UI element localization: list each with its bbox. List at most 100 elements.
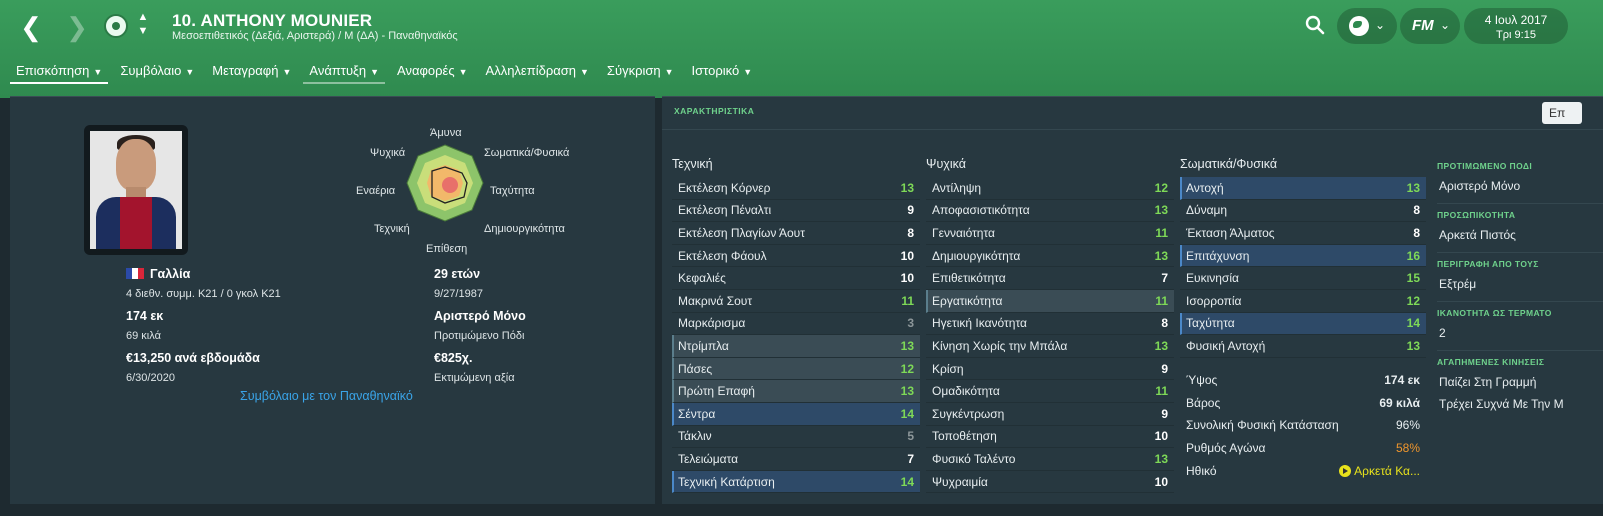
attribute-row[interactable]: Πρώτη Επαφή 13 — [672, 380, 920, 403]
attribute-row[interactable]: Κρίση 9 — [926, 358, 1174, 381]
attribute-row[interactable]: Μαρκάρισμα 3 — [672, 313, 920, 336]
attribute-row[interactable]: Εκτέλεση Κόρνερ 13 — [672, 177, 920, 200]
attribute-row[interactable]: Ταχύτητα 14 — [1180, 312, 1426, 336]
age-block: 29 ετών 9/27/1987 — [434, 267, 483, 300]
technical-header: Τεχνική — [672, 157, 713, 171]
tab-transfer[interactable]: Μεταγραφή ▼ — [206, 60, 297, 84]
tab-contract[interactable]: Συμβόλαιο ▼ — [114, 60, 200, 84]
player-trait: Τρέχει Συχνά Με Την Μ — [1439, 397, 1564, 411]
radar-core — [442, 177, 458, 193]
radar-label-technique: Τεχνική — [374, 223, 410, 235]
attribute-row[interactable]: Ηγετική Ικανότητα 8 — [926, 313, 1174, 336]
radar-label-creativity: Δημιουργικότητα — [484, 223, 565, 235]
contract-link[interactable]: Συμβόλαιο με τον Παναθηναϊκό — [240, 389, 413, 403]
attribute-row[interactable]: Έκταση Άλματος 8 — [1180, 222, 1426, 245]
nationality-block[interactable]: Γαλλία 4 διεθν. συμμ. K21 / 0 γκολ K21 — [126, 267, 281, 300]
forward-icon[interactable]: ❯ — [62, 10, 92, 44]
chevron-down-icon: ⌄ — [1440, 18, 1451, 32]
attribute-row[interactable]: Εκτέλεση Πέναλτι 9 — [672, 200, 920, 223]
prev-next-player-icon[interactable]: ▲ ▼ — [136, 10, 150, 38]
globe-menu-button[interactable]: ⌄ — [1337, 8, 1397, 44]
attribute-row[interactable]: Τοποθέτηση 10 — [926, 426, 1174, 449]
radar-label-attack: Επίθεση — [426, 243, 468, 255]
attribute-row[interactable]: Τελειώματα 7 — [672, 448, 920, 471]
stat-row: Ύψος 174 εκ — [1186, 373, 1420, 388]
tab-comparison[interactable]: Σύγκριση ▼ — [601, 60, 680, 84]
attribute-row[interactable]: Γενναιότητα 11 — [926, 222, 1174, 245]
attribute-row[interactable]: Κεφαλιές 10 — [672, 267, 920, 290]
radar-label-physical: Σωματικά/Φυσικά — [484, 147, 570, 159]
attribute-row[interactable]: Επιθετικότητα 7 — [926, 267, 1174, 290]
attribute-row[interactable]: Μακρινά Σουτ 11 — [672, 290, 920, 313]
goalkeeper-ability-value: 2 — [1439, 326, 1446, 340]
radar-label-speed: Ταχύτητα — [490, 185, 535, 197]
fm-menu-button[interactable]: FM ⌄ — [1400, 8, 1460, 44]
wage: €13,250 ανά εβδομάδα — [126, 351, 260, 365]
attribute-row[interactable]: Ψυχραιμία 10 — [926, 471, 1174, 494]
club-badge-icon[interactable] — [104, 14, 128, 38]
mental-header: Ψυχικά — [926, 157, 966, 171]
attribute-row[interactable]: Ντρίμπλα 13 — [672, 335, 920, 358]
nationality: Γαλλία — [150, 267, 191, 281]
physical-column: Σωματικά/Φυσικά Αντοχή 13 Δύναμη 8 Έκταση … — [1180, 157, 1426, 358]
attribute-row[interactable]: Φυσική Αντοχή 13 — [1180, 335, 1426, 358]
attribute-row[interactable]: Αντίληψη 12 — [926, 177, 1174, 200]
attribute-row[interactable]: Τάκλιν 5 — [672, 426, 920, 449]
attribute-row[interactable]: Εκτέλεση Φάουλ 10 — [672, 245, 920, 268]
date-of-birth: 9/27/1987 — [434, 288, 483, 300]
media-description-heading: ΠΕΡΙΓΡΑΦΗ ΑΠΟ ΤΟΥΣ — [1437, 259, 1539, 269]
morale-icon — [1339, 464, 1352, 477]
attribute-row[interactable]: Πάσες 12 — [672, 357, 920, 381]
mental-column: Ψυχικά Αντίληψη 12 Αποφασιστικότητα 13 Γεν… — [926, 157, 1174, 494]
attribute-row[interactable]: Κίνηση Χωρίς την Μπάλα 13 — [926, 335, 1174, 358]
attribute-row[interactable]: Εργατικότητα 11 — [926, 289, 1174, 313]
radar-label-defence: Άμυνα — [430, 127, 462, 139]
foot-block: Αριστερό Μόνο Προτιμώμενο Πόδι — [434, 309, 526, 342]
game-date: 4 Ιουλ 2017 — [1484, 13, 1548, 27]
chevron-down-icon: ▼ — [580, 67, 589, 77]
media-description-value: Εξτρέμ — [1439, 277, 1477, 291]
player-name: 10. ANTHONY MOUNIER — [172, 11, 373, 30]
stat-row[interactable]: Ηθικό Αρκετά Κα... — [1180, 459, 1426, 482]
chevron-down-icon: ▼ — [458, 67, 468, 77]
tab-history[interactable]: Ιστορικό ▼ — [686, 60, 759, 84]
height: 174 εκ — [126, 309, 164, 323]
chevron-down-icon: ▼ — [664, 67, 674, 77]
player-traits-heading: ΑΓΑΠΗΜΕΝΕΣ ΚΙΝΗΣΕΙΣ — [1437, 357, 1545, 367]
preferred-foot-heading: ΠΡΟΤΙΜΩΜΕΝΟ ΠΟΔΙ — [1437, 161, 1533, 171]
technical-column: Τεχνική Εκτέλεση Κόρνερ 13 Εκτέλεση Πέναλ… — [672, 157, 920, 494]
tab-bar: Επισκόπηση ▼ Συμβόλαιο ▼ Μεταγραφή ▼ Ανάπτυ… — [10, 60, 764, 86]
attribute-row[interactable]: Δημιουργικότητα 13 — [926, 245, 1174, 268]
tab-interaction[interactable]: Αλληλεπίδραση ▼ — [480, 60, 595, 84]
attribute-row[interactable]: Τεχνική Κατάρτιση 14 — [672, 470, 920, 494]
chevron-down-icon: ▼ — [743, 67, 753, 77]
back-icon[interactable]: ❮ — [16, 10, 46, 44]
player-subtitle: Μεσοεπιθετικός (Δεξιά, Αριστερά) / Μ (ΔΑ… — [172, 30, 458, 42]
attribute-row[interactable]: Αποφασιστικότητα 13 — [926, 200, 1174, 223]
attribute-row[interactable]: Δύναμη 8 — [1180, 200, 1426, 223]
tab-overview[interactable]: Επισκόπηση ▼ — [10, 60, 109, 84]
attribute-row[interactable]: Αντοχή 13 — [1180, 177, 1426, 200]
edit-button[interactable]: Επ — [1542, 102, 1582, 124]
stat-row: Συνολική Φυσική Κατάσταση 96% — [1186, 418, 1420, 433]
attribute-row[interactable]: Ισορροπία 12 — [1180, 290, 1426, 313]
attribute-row[interactable]: Εκτέλεση Πλαγίων Άουτ 8 — [672, 222, 920, 245]
attribute-row[interactable]: Φυσικό Ταλέντο 13 — [926, 448, 1174, 471]
personality-heading: ΠΡΟΣΩΠΙΚΟΤΗΤΑ — [1437, 210, 1516, 220]
top-header: ❮ ❯ ▲ ▼ 10. ANTHONY MOUNIER Μεσοεπιθετικό… — [0, 0, 1603, 98]
attribute-row[interactable]: Σέντρα 14 — [672, 402, 920, 426]
preferred-foot-value: Αριστερό Μόνο — [434, 309, 526, 323]
attribute-row[interactable]: Συγκέντρωση 9 — [926, 403, 1174, 426]
tab-reports[interactable]: Αναφορές ▼ — [391, 60, 474, 84]
attribute-row[interactable]: Επιτάχυνση 16 — [1180, 244, 1426, 268]
search-icon[interactable] — [1305, 15, 1325, 35]
age: 29 ετών — [434, 267, 481, 281]
attribute-row[interactable]: Ευκινησία 15 — [1180, 267, 1426, 290]
weight: 69 κιλά — [126, 330, 161, 342]
chevron-down-icon: ▼ — [185, 67, 195, 77]
physical-stats: Ύψος 174 εκ Βάρος 69 κιλά Συνολική Φυσική … — [1180, 369, 1426, 482]
continue-date-button[interactable]: 4 Ιουλ 2017 Τρι 9:15 — [1464, 8, 1568, 44]
preferred-foot-label: Προτιμώμενο Πόδι — [434, 330, 525, 342]
attribute-row[interactable]: Ομαδικότητα 11 — [926, 380, 1174, 403]
tab-development[interactable]: Ανάπτυξη ▼ — [303, 60, 385, 84]
